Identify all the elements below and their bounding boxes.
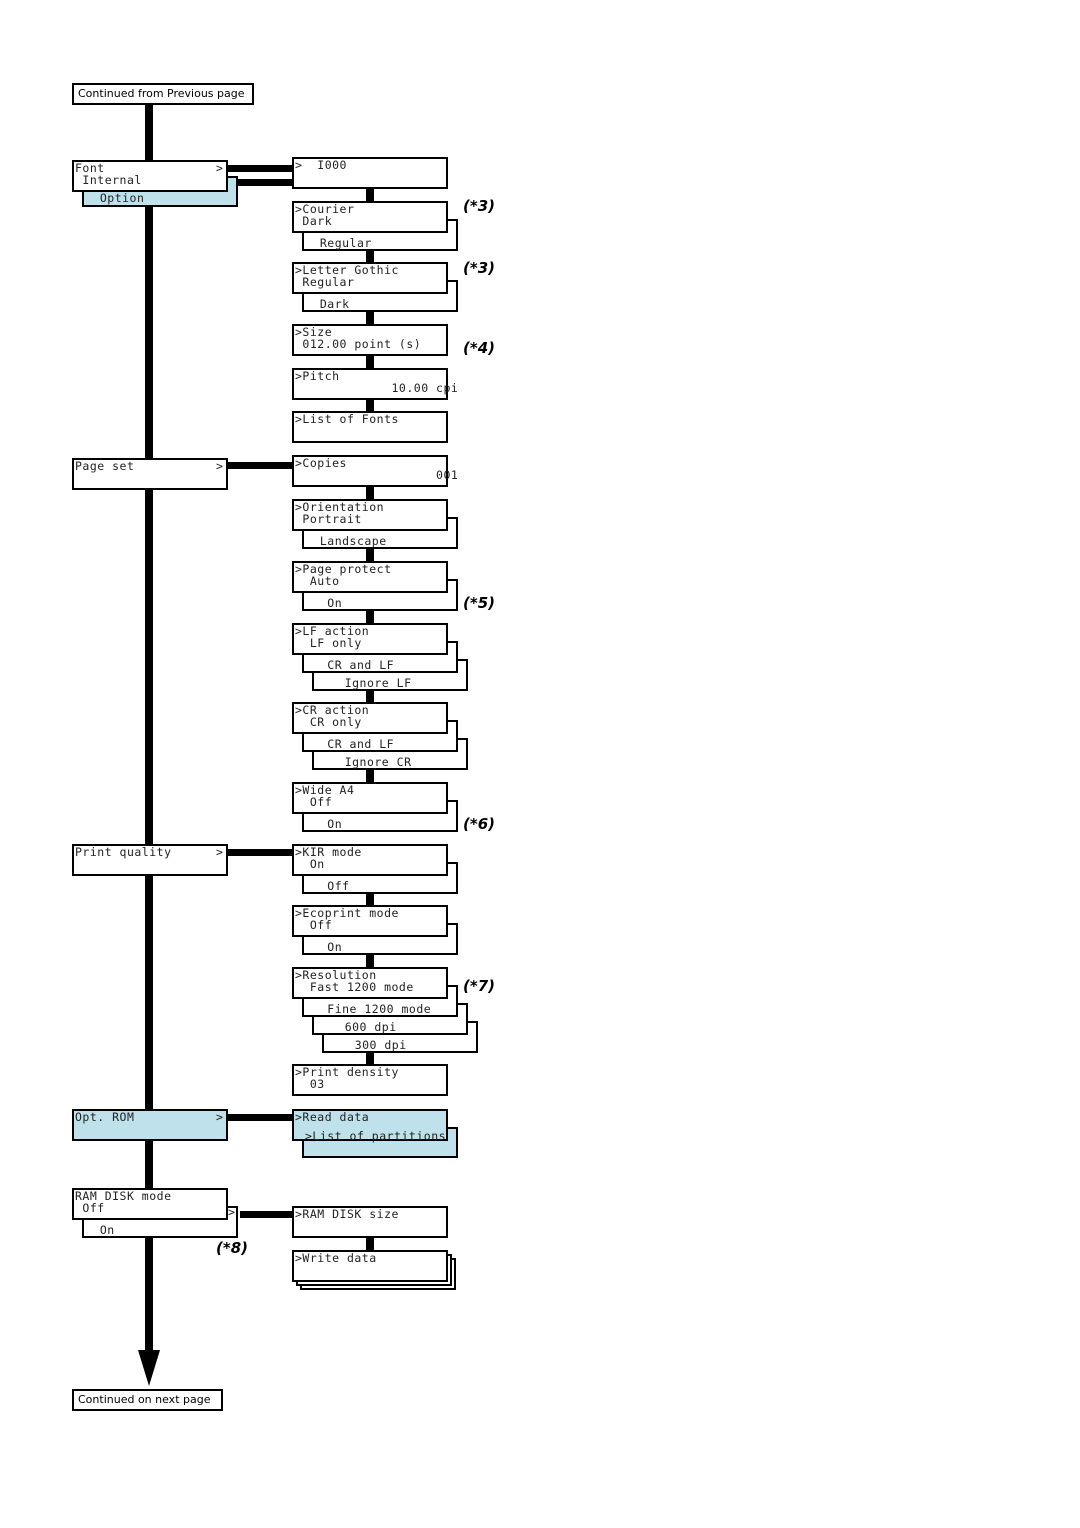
connector-line [366, 1237, 374, 1250]
footnote-marker: (*7) [463, 977, 495, 995]
main-flow-line [145, 104, 153, 1354]
letter-gothic-line: Regular [295, 275, 355, 289]
footnote-marker: (*8) [216, 1239, 248, 1257]
footnote-marker: (*4) [463, 339, 495, 357]
font-option-label: Option [85, 191, 145, 205]
ecoprint-mode-line: Off [295, 918, 333, 932]
connector-line [366, 399, 374, 411]
connector-line [228, 1114, 292, 1121]
footnote-marker: (*5) [463, 594, 495, 612]
connector-line [228, 462, 292, 469]
resolution-option-label: 300 dpi [325, 1038, 407, 1052]
connector-line [366, 690, 374, 702]
kir-mode-line: On [295, 857, 325, 871]
print-density-line: 03 [295, 1077, 325, 1091]
pitch-line: 10.00 cpi [295, 381, 459, 395]
courier-option-label: Regular [305, 236, 372, 250]
ram-disk-mode-option-label: On [85, 1223, 115, 1237]
opt-rom-line: Opt. ROM > [75, 1110, 224, 1124]
cr-action-option-label: Ignore CR [315, 755, 412, 769]
courier-line: Dark [295, 214, 333, 228]
wide-a4-option-label: On [305, 817, 343, 831]
connector-line [228, 849, 292, 856]
resolution-line: Fast 1200 mode [295, 980, 414, 994]
connector-line [240, 1211, 292, 1218]
resolution-option-label: 600 dpi [315, 1020, 397, 1034]
kir-mode-option-label: Off [305, 879, 350, 893]
ecoprint-mode-option-label: On [305, 940, 343, 954]
connector-line [366, 610, 374, 623]
print-quality-line: Print quality > [75, 845, 224, 859]
connector-line [228, 165, 292, 172]
connector-line [366, 487, 374, 499]
wide-a4-line: Off [295, 795, 333, 809]
connector-line [366, 250, 374, 262]
connector-line [366, 770, 374, 782]
continued-on-next-label: Continued on next page [72, 1389, 223, 1411]
lf-action-line: LF only [295, 636, 362, 650]
lf-action-option-label: Ignore LF [315, 676, 412, 690]
ram-disk-size-line: >RAM DISK size [295, 1207, 399, 1221]
menu-flow-diagram: Continued from Previous page Continued o… [0, 0, 1080, 1528]
font-line: Internal [75, 173, 142, 187]
write-data-line: >Write data [295, 1251, 377, 1265]
page-protect-line: Auto [295, 574, 340, 588]
read-data-line: >Read data [295, 1110, 370, 1124]
cr-action-line: CR only [295, 715, 362, 729]
orientation-option-label: Landscape [305, 534, 387, 548]
page-set-line: Page set > [75, 459, 224, 473]
connector-line [366, 1052, 374, 1064]
resolution-option-label: Fine 1200 mode [305, 1002, 432, 1016]
read-data-option-label: >List of partitions [305, 1129, 447, 1143]
letter-gothic-option-label: Dark [305, 297, 350, 311]
ram-disk-mode-line: Off [75, 1201, 105, 1215]
footnote-marker: (*3) [463, 197, 495, 215]
cr-action-option-label: CR and LF [305, 737, 395, 751]
chevron-right-icon: > [228, 1205, 236, 1219]
down-arrow-icon [138, 1350, 160, 1386]
i000-line: > I000 [295, 158, 347, 172]
copies-line: 001 [295, 468, 459, 482]
continued-from-previous-label: Continued from Previous page [72, 83, 254, 105]
page-protect-option-label: On [305, 596, 343, 610]
connector-line [366, 312, 374, 324]
list-of-fonts-line: >List of Fonts [295, 412, 399, 426]
connector-line [366, 355, 374, 368]
connector-line [366, 549, 374, 561]
footnote-marker: (*6) [463, 815, 495, 833]
connector-line [366, 188, 374, 201]
size-line: 012.00 point (s) [295, 337, 422, 351]
footnote-marker: (*3) [463, 259, 495, 277]
orientation-line: Portrait [295, 512, 362, 526]
connector-line [366, 955, 374, 967]
lf-action-option-label: CR and LF [305, 658, 395, 672]
